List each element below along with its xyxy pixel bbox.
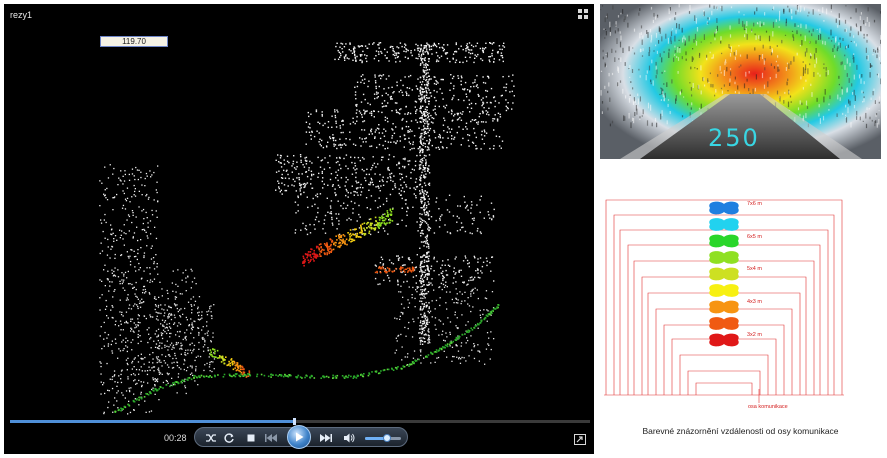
volume-slider-handle[interactable] xyxy=(382,434,391,442)
distance-value-box: 119.70 xyxy=(100,36,168,47)
color-blob-1 xyxy=(709,218,739,231)
road-axis-label: osa komunikace xyxy=(748,404,788,410)
color-blob-5 xyxy=(709,284,739,297)
dimension-label-3x2: 3x2 m xyxy=(747,332,762,338)
stop-icon xyxy=(247,434,255,442)
repeat-button[interactable] xyxy=(221,430,237,446)
clearance-frame-12 xyxy=(695,382,753,395)
seek-bar-fill xyxy=(10,420,295,423)
previous-button[interactable] xyxy=(263,430,279,446)
distance-label: 250 xyxy=(708,124,760,152)
stop-button[interactable] xyxy=(243,430,259,446)
next-button[interactable] xyxy=(318,430,334,446)
elapsed-time: 00:28 xyxy=(164,433,187,443)
playback-controls xyxy=(194,425,408,449)
volume-button[interactable] xyxy=(341,430,357,446)
point-cloud-view xyxy=(99,42,515,415)
color-blob-2 xyxy=(709,234,739,248)
color-blob-8 xyxy=(709,333,739,347)
previous-icon xyxy=(265,434,277,442)
window-title: rezy1 xyxy=(10,10,33,20)
diagram-caption: Barevné znázornění vzdálenosti od osy ko… xyxy=(642,426,839,436)
dimension-label-4x3: 4x3 m xyxy=(747,299,762,305)
dimension-label-7x6: 7x6 m xyxy=(747,201,762,207)
color-blob-6 xyxy=(709,300,739,314)
seek-bar-handle[interactable] xyxy=(293,418,297,425)
clearance-frame-9 xyxy=(671,338,777,395)
clearance-frame-10 xyxy=(679,354,769,395)
shuffle-icon xyxy=(206,434,216,442)
color-blob-3 xyxy=(709,251,739,264)
fullscreen-icon[interactable] xyxy=(577,8,589,20)
media-player-window: rezy1 119.70 00:28 xyxy=(4,4,594,454)
shuffle-button[interactable] xyxy=(203,430,219,446)
dimension-label-6x5: 6x5 m xyxy=(747,234,762,240)
clearance-frame-4 xyxy=(633,260,815,395)
clearance-diagram: 7x6 m 6x5 m 5x4 m 4x3 m 3x2 m osa komuni… xyxy=(600,190,881,420)
clearance-frame-0 xyxy=(605,199,843,395)
color-blob-4 xyxy=(709,267,739,281)
volume-slider[interactable] xyxy=(365,434,401,442)
play-button[interactable] xyxy=(287,425,311,449)
color-blob-7 xyxy=(709,317,739,330)
switch-view-icon[interactable] xyxy=(574,434,586,445)
point-cloud-points xyxy=(99,42,515,415)
clearance-frame-8 xyxy=(663,324,785,395)
dimension-label-5x4: 5x4 m xyxy=(747,266,762,272)
next-icon xyxy=(320,434,332,442)
repeat-icon xyxy=(224,433,234,443)
clearance-frames xyxy=(604,199,844,403)
color-blob-0 xyxy=(709,201,739,215)
tunnel-visualization-image: 250 xyxy=(600,4,881,159)
volume-icon xyxy=(344,433,355,443)
seek-bar[interactable] xyxy=(10,418,590,425)
play-icon xyxy=(296,432,304,442)
